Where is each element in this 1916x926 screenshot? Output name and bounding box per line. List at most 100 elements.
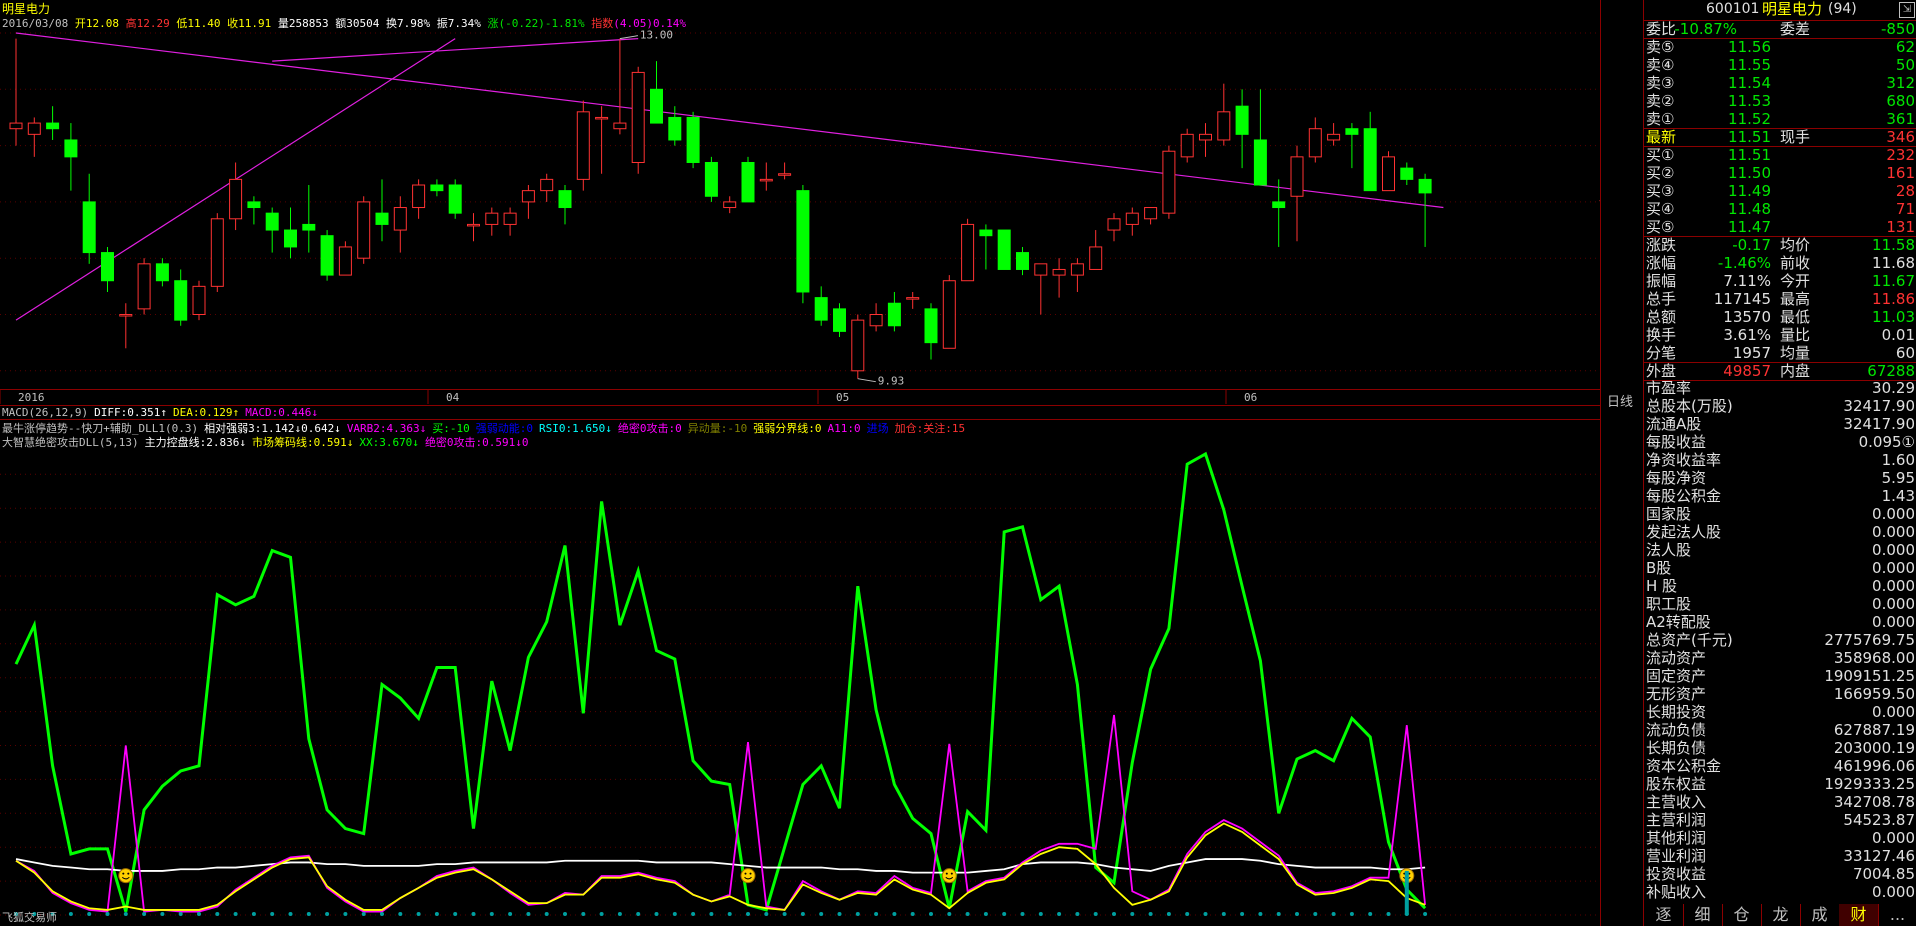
bid-qty: 232: [1886, 146, 1915, 164]
stock-title-row: 600101 明星电力 (94) ⇲: [1644, 0, 1916, 20]
baseline-dot: [508, 912, 513, 916]
hand-qty: 346: [1886, 128, 1915, 146]
baseline-dot: [343, 912, 348, 916]
stat-row: 涨跌 -0.17 均价 11.58: [1644, 236, 1916, 254]
ask-price: 11.52: [1728, 110, 1771, 128]
commission-diff-label: 委差: [1780, 20, 1811, 38]
chart-frame-bottom: [0, 389, 1600, 390]
stat-value: 11.03: [1872, 308, 1915, 326]
stat-label: 今开: [1780, 272, 1811, 290]
ask-qty: 680: [1886, 92, 1915, 110]
last-label: 最新: [1646, 128, 1677, 146]
candle-body: [558, 190, 572, 209]
candle-body: [540, 178, 554, 192]
indicator-item: MACD(26,12,9): [2, 406, 89, 419]
ask-label: 卖③: [1646, 74, 1675, 92]
candle-body: [1418, 178, 1432, 194]
panel-tab[interactable]: 龙: [1761, 904, 1801, 926]
ask-price: 11.53: [1728, 92, 1771, 110]
finance-row: 每股公积金 1.43: [1644, 487, 1916, 505]
baseline-dot: [142, 912, 147, 916]
baseline-dot: [581, 912, 586, 916]
stat-label: 最高: [1780, 290, 1811, 308]
indicator-item: A11:0: [827, 422, 861, 435]
finance-label: 每股公积金: [1646, 487, 1722, 505]
bid-label: 买⑤: [1646, 218, 1675, 236]
inner-volume: 67288: [1867, 362, 1915, 380]
stat-value: 11.67: [1872, 272, 1915, 290]
ask-label: 卖④: [1646, 56, 1675, 74]
finance-label: 职工股: [1646, 595, 1692, 613]
indicator-item: 市场筹码线:0.591↓: [251, 436, 354, 449]
baseline-dot: [1057, 912, 1062, 916]
panel-tab[interactable]: 仓: [1722, 904, 1762, 926]
baseline-dot: [1002, 912, 1007, 916]
baseline-dot: [855, 912, 860, 916]
time-label: 05: [836, 391, 849, 404]
finance-row: 资本公积金 461996.06: [1644, 757, 1916, 775]
bid-price: 11.50: [1728, 164, 1771, 182]
candle-body: [887, 302, 901, 327]
baseline-dot: [837, 912, 842, 916]
baseline-dot: [1258, 912, 1263, 916]
period-label[interactable]: 日线: [1607, 391, 1633, 410]
finance-value: 0.000: [1872, 523, 1915, 541]
stat-value: 11.58: [1872, 236, 1915, 254]
panel-tab[interactable]: ...: [1878, 904, 1916, 926]
chart-area[interactable]: 13.0012.5012.0011.5011.0010.5010.0011.51…: [0, 0, 1600, 926]
indicator-item: 绝密0攻击:0.591↓0: [424, 436, 529, 449]
candle-body: [1125, 212, 1139, 225]
finance-label: 净资收益率: [1646, 451, 1722, 469]
panel-tab[interactable]: 财: [1839, 904, 1879, 926]
candle-body: [1089, 246, 1103, 270]
stat-label: 最低: [1780, 308, 1811, 326]
finance-value: 1909151.25: [1824, 667, 1915, 685]
finance-value: 0.000: [1872, 883, 1915, 901]
stat-label: 总额: [1646, 308, 1677, 326]
candle-body: [265, 212, 279, 231]
candle-body: [412, 184, 426, 209]
indicator-item: 加仓:关注:15: [894, 422, 966, 435]
stat-label: 前收: [1780, 254, 1811, 272]
finance-value: 54523.87: [1843, 811, 1915, 829]
candle-body: [64, 139, 78, 158]
candle-body: [393, 207, 407, 231]
smiley-eye: [749, 872, 752, 875]
candle-body: [1107, 218, 1121, 231]
candle-body: [357, 201, 371, 259]
last-price: 11.51: [1728, 128, 1771, 146]
finance-row: 固定资产 1909151.25: [1644, 667, 1916, 685]
finance-value: 358968.00: [1833, 649, 1915, 667]
time-label: 06: [1244, 391, 1257, 404]
candle-body: [137, 263, 151, 310]
finance-row: 长期投资 0.000: [1644, 703, 1916, 721]
candle-body: [833, 308, 846, 332]
candle-body: [869, 314, 883, 327]
candle-body: [1272, 201, 1286, 209]
stat-label: 量比: [1780, 326, 1811, 344]
stat-value: 1957: [1732, 344, 1771, 362]
stat-value: -1.46%: [1717, 254, 1771, 272]
finance-row: 国家股 0.000: [1644, 505, 1916, 523]
bid-row: 买① 11.51 232: [1644, 146, 1916, 164]
outer-label: 外盘: [1646, 362, 1677, 380]
commission-diff: -850: [1880, 20, 1915, 38]
candle-body: [338, 246, 352, 276]
finance-label: 补贴收入: [1646, 883, 1707, 901]
finance-row: B股 0.000: [1644, 559, 1916, 577]
candle-body: [1382, 156, 1395, 192]
candle-body: [796, 190, 810, 293]
finance-row: 法人股 0.000: [1644, 541, 1916, 559]
bid-row: 买④ 11.48 71: [1644, 200, 1916, 218]
panel-tab[interactable]: 细: [1683, 904, 1723, 926]
candle-body: [1199, 133, 1212, 141]
stat-value: 7.11%: [1723, 272, 1771, 290]
candle-body: [942, 280, 956, 349]
attack-bar: [1404, 870, 1409, 915]
candle-body: [375, 212, 389, 225]
bid-label: 买①: [1646, 146, 1675, 164]
indicator-item: 主力控盘线:2.836↓: [144, 436, 246, 449]
panel-tab[interactable]: 逐: [1644, 904, 1684, 926]
panel-toggle-icon[interactable]: ⇲: [1899, 2, 1915, 18]
panel-tab[interactable]: 成: [1800, 904, 1840, 926]
